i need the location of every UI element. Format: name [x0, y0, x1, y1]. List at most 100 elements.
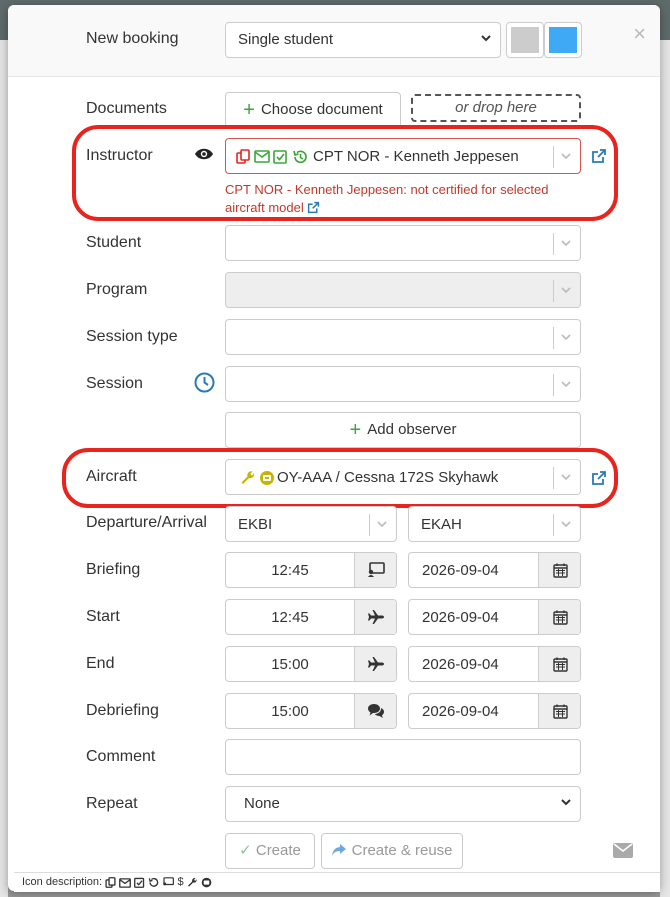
end-date-value: 2026-09-04	[422, 656, 499, 673]
repeat-label: Repeat	[86, 795, 138, 812]
history-icon	[292, 149, 308, 169]
debriefing-label: Debriefing	[86, 702, 159, 719]
student-label: Student	[86, 234, 142, 251]
start-time-value: 12:45	[271, 609, 309, 626]
chevron-down-icon	[560, 796, 572, 811]
start-time-input[interactable]: 12:45	[225, 599, 397, 635]
session-label: Session	[86, 375, 143, 392]
briefing-date-input[interactable]: 2026-09-04	[408, 552, 581, 588]
briefing-time-input[interactable]: 12:45	[225, 552, 397, 588]
icon-description-label: Icon description:	[22, 876, 103, 888]
create-button[interactable]: ✓ Create	[225, 833, 315, 869]
color-picker-secondary[interactable]	[544, 22, 582, 58]
instructor-select[interactable]: CPT NOR - Kenneth Jeppesen	[225, 138, 581, 174]
choose-document-button[interactable]: + Choose document	[225, 92, 401, 128]
external-link-icon[interactable]	[307, 201, 320, 219]
color-picker-primary[interactable]	[506, 22, 544, 58]
eye-icon[interactable]	[194, 147, 214, 165]
background-right	[660, 40, 670, 897]
aircraft-select[interactable]: OY-AAA / Cessna 172S Skyhawk	[225, 459, 581, 495]
wrench-icon	[187, 877, 198, 891]
envelope-icon[interactable]	[613, 843, 633, 862]
debriefing-time-input[interactable]: 15:00	[225, 693, 397, 729]
external-link-icon[interactable]	[591, 148, 607, 164]
briefing-label: Briefing	[86, 561, 141, 578]
instructor-warning-text: aircraft model	[225, 200, 304, 215]
plus-icon: +	[243, 99, 255, 121]
select-separator	[553, 146, 554, 168]
end-addon	[354, 647, 396, 681]
arrival-value: EKAH	[421, 516, 462, 533]
briefing-time-value: 12:45	[271, 562, 309, 579]
debriefing-addon	[354, 694, 396, 728]
calendar-addon[interactable]	[538, 553, 580, 587]
booking-type-value: Single student	[238, 31, 334, 48]
briefing-date-value: 2026-09-04	[422, 562, 499, 579]
chevron-down-icon	[559, 329, 573, 345]
chevron-down-icon	[375, 516, 389, 532]
copy-icon	[105, 877, 116, 891]
calendar-addon[interactable]	[538, 694, 580, 728]
clock-icon[interactable]	[194, 372, 215, 397]
chevron-down-icon	[559, 282, 573, 298]
choose-document-label: Choose document	[260, 101, 383, 118]
icon-description-bar: Icon description: $	[14, 872, 660, 892]
departure-arrival-label: Departure/Arrival	[86, 514, 207, 531]
debriefing-date-value: 2026-09-04	[422, 703, 499, 720]
student-select[interactable]	[225, 225, 581, 261]
chevron-down-icon	[480, 32, 492, 47]
start-date-value: 2026-09-04	[422, 609, 499, 626]
select-separator	[553, 233, 554, 255]
dollar-icon: $	[177, 876, 184, 888]
select-separator	[553, 467, 554, 489]
new-booking-modal: New booking Single student × Documents +…	[8, 5, 660, 891]
program-select	[225, 272, 581, 308]
repeat-select[interactable]: None	[225, 786, 581, 822]
checkbox-icon	[273, 149, 288, 168]
departure-select[interactable]: EKBI	[225, 506, 397, 542]
end-date-input[interactable]: 2026-09-04	[408, 646, 581, 682]
create-reuse-button[interactable]: Create & reuse	[321, 833, 463, 869]
external-link-icon[interactable]	[591, 470, 607, 486]
arrival-select[interactable]: EKAH	[408, 506, 581, 542]
chevron-down-icon	[559, 376, 573, 392]
comment-label: Comment	[86, 748, 156, 765]
chevron-down-icon	[559, 516, 573, 532]
end-time-input[interactable]: 15:00	[225, 646, 397, 682]
instructor-warning-line2: aircraft model	[225, 199, 320, 219]
instructor-warning-line1: CPT NOR - Kenneth Jeppesen: not certifie…	[225, 182, 549, 197]
page-title: New booking	[86, 30, 179, 47]
debriefing-date-input[interactable]: 2026-09-04	[408, 693, 581, 729]
booking-type-select[interactable]: Single student	[225, 22, 501, 58]
session-select[interactable]	[225, 366, 581, 402]
briefing-addon	[354, 553, 396, 587]
start-label: Start	[86, 608, 120, 625]
calendar-addon[interactable]	[538, 600, 580, 634]
session-type-label: Session type	[86, 328, 178, 345]
departure-value: EKBI	[238, 516, 273, 533]
calendar-addon[interactable]	[538, 647, 580, 681]
engine-icon	[259, 470, 275, 490]
share-icon	[331, 836, 347, 870]
create-reuse-label: Create & reuse	[351, 842, 453, 859]
add-observer-label: Add observer	[367, 421, 457, 438]
chevron-down-icon	[559, 148, 573, 164]
drop-zone[interactable]: or drop here	[411, 94, 581, 122]
instructor-value: CPT NOR - Kenneth Jeppesen	[313, 148, 519, 165]
select-separator	[553, 374, 554, 396]
close-button[interactable]: ×	[633, 21, 646, 47]
select-separator	[553, 514, 554, 536]
plus-icon: +	[349, 419, 362, 441]
end-label: End	[86, 655, 115, 672]
envelope-icon	[254, 150, 270, 167]
history-icon	[148, 877, 159, 891]
add-observer-button[interactable]: + Add observer	[225, 412, 581, 448]
repeat-value: None	[244, 795, 280, 812]
debriefing-time-value: 15:00	[271, 703, 309, 720]
aircraft-label: Aircraft	[86, 468, 137, 485]
comment-input[interactable]	[225, 739, 581, 775]
start-date-input[interactable]: 2026-09-04	[408, 599, 581, 635]
session-type-select[interactable]	[225, 319, 581, 355]
check-icon: ✓	[239, 842, 252, 859]
presentation-icon	[162, 877, 175, 891]
